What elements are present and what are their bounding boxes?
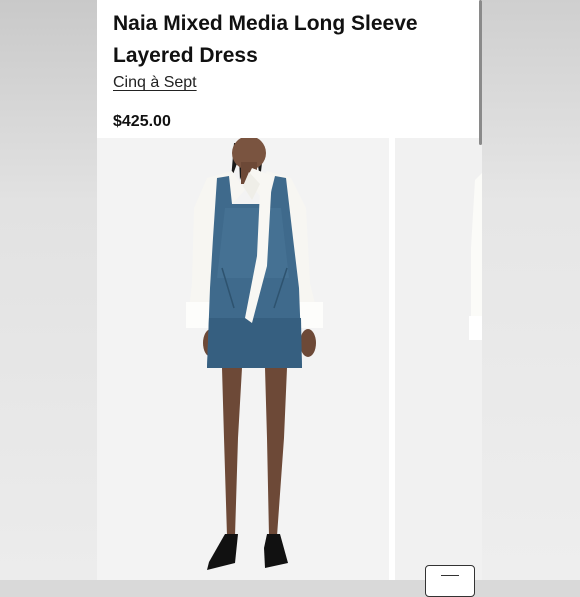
next-product-photo[interactable] — [395, 138, 482, 580]
product-image-carousel[interactable] — [97, 138, 482, 580]
brand-link[interactable]: Cinq à Sept — [113, 74, 197, 92]
more-photos-icon — [441, 575, 459, 576]
product-panel: Naia Mixed Media Long Sleeve Layered Dre… — [97, 0, 482, 580]
background-right — [482, 0, 580, 580]
product-title: Naia Mixed Media Long Sleeve Layered Dre… — [113, 12, 418, 67]
main-product-photo[interactable] — [97, 138, 389, 580]
page-scrollbar[interactable] — [479, 0, 482, 145]
background-left — [0, 0, 97, 580]
next-photo-preview — [395, 138, 482, 580]
model-illustration — [97, 138, 389, 580]
product-price: $425.00 — [113, 113, 171, 130]
more-photos-button[interactable] — [425, 565, 475, 597]
